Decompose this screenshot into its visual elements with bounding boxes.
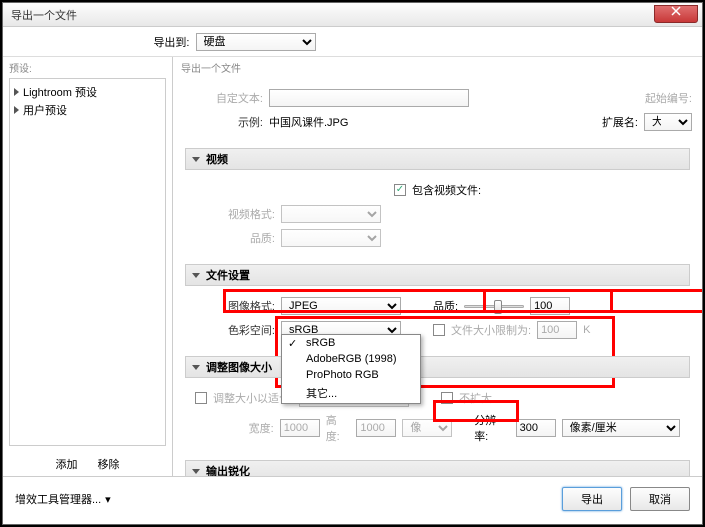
limit-size-unit: K <box>583 324 590 336</box>
chevron-down-icon <box>192 273 200 278</box>
dropdown-item-other[interactable]: 其它... <box>282 383 420 403</box>
quality-input[interactable] <box>530 297 570 315</box>
close-button[interactable] <box>654 5 698 23</box>
preset-sidebar: 预设: Lightroom 预设 用户预设 添加 移除 <box>3 57 173 476</box>
ext-label: 扩展名: <box>602 114 638 130</box>
section-file-header[interactable]: 文件设置 <box>185 264 690 286</box>
width-input <box>280 419 320 437</box>
image-format-label: 图像格式: <box>195 298 275 314</box>
export-to-row: 导出到: 硬盘 <box>3 27 702 57</box>
custom-text-label: 自定文本: <box>183 90 263 106</box>
ext-select[interactable]: 大写 <box>644 113 692 131</box>
limit-size-label: 文件大小限制为: <box>451 322 531 338</box>
preset-node-lightroom[interactable]: Lightroom 预设 <box>14 83 161 101</box>
custom-text-input <box>269 89 469 107</box>
size-unit-select: 像素 <box>402 419 452 437</box>
window-title: 导出一个文件 <box>11 7 77 23</box>
start-num-label: 起始编号: <box>645 90 692 106</box>
height-label: 高度: <box>326 412 351 444</box>
chevron-down-icon <box>192 157 200 162</box>
dropdown-item-adobergb[interactable]: AdobeRGB (1998) <box>282 351 420 367</box>
section-video-header[interactable]: 视频 <box>185 148 690 170</box>
section-resize-header[interactable]: 调整图像大小 <box>185 356 690 378</box>
colorspace-label: 色彩空间: <box>195 322 275 338</box>
export-dialog: 导出一个文件 导出到: 硬盘 预设: Lightroom 预设 用户预设 添加 … <box>2 2 703 525</box>
height-input <box>356 419 396 437</box>
chevron-down-icon <box>192 469 200 474</box>
chevron-down-icon <box>192 365 200 370</box>
preset-header: 预设: <box>3 57 172 78</box>
include-video-label: 包含视频文件: <box>412 182 481 198</box>
export-button[interactable]: 导出 <box>562 487 622 511</box>
preset-node-user[interactable]: 用户预设 <box>14 101 161 119</box>
preset-add-button[interactable]: 添加 <box>56 456 78 472</box>
quality-label: 品质: <box>433 298 458 314</box>
limit-size-checkbox[interactable] <box>433 324 445 336</box>
video-quality-select <box>281 229 381 247</box>
footer: 增效工具管理器... ▾ 导出 取消 <box>3 477 702 521</box>
preset-remove-button[interactable]: 移除 <box>98 456 120 472</box>
chevron-right-icon <box>14 88 19 96</box>
resize-fit-checkbox[interactable] <box>195 392 207 404</box>
preset-tree[interactable]: Lightroom 预设 用户预设 <box>9 78 166 446</box>
chevron-down-icon: ▾ <box>105 493 111 506</box>
content-header: 导出一个文件 <box>173 57 702 78</box>
plugin-manager-link[interactable]: 增效工具管理器... <box>15 491 101 507</box>
include-video-checkbox[interactable] <box>394 184 406 196</box>
video-format-select <box>281 205 381 223</box>
video-format-label: 视频格式: <box>195 206 275 222</box>
resolution-label: 分辨率: <box>474 412 509 444</box>
resolution-unit-select[interactable]: 像素/厘米 <box>562 419 680 437</box>
content-area: 导出一个文件 自定文本: 起始编号: 示例: 中国风课件.JPG 扩展名: 大写 <box>173 57 702 476</box>
cancel-button[interactable]: 取消 <box>630 487 690 511</box>
dropdown-item-srgb[interactable]: sRGB <box>282 335 420 351</box>
resolution-input[interactable] <box>516 419 556 437</box>
dropdown-item-prophoto[interactable]: ProPhoto RGB <box>282 367 420 383</box>
export-to-label: 导出到: <box>140 34 190 50</box>
image-format-select[interactable]: JPEG <box>281 297 401 315</box>
example-label: 示例: <box>183 114 263 130</box>
section-sharpen-header[interactable]: 输出锐化 <box>185 460 690 476</box>
titlebar: 导出一个文件 <box>3 3 702 27</box>
export-to-select[interactable]: 硬盘 <box>196 33 316 51</box>
noenlarge-checkbox <box>441 392 453 404</box>
limit-size-input <box>537 321 577 339</box>
quality-slider[interactable] <box>464 298 524 314</box>
example-value: 中国风课件.JPG <box>269 114 348 130</box>
colorspace-dropdown[interactable]: sRGB AdobeRGB (1998) ProPhoto RGB 其它... <box>281 334 421 404</box>
video-quality-label: 品质: <box>195 230 275 246</box>
noenlarge-label: 不扩大 <box>459 390 492 406</box>
width-label: 宽度: <box>195 420 274 436</box>
chevron-right-icon <box>14 106 19 114</box>
